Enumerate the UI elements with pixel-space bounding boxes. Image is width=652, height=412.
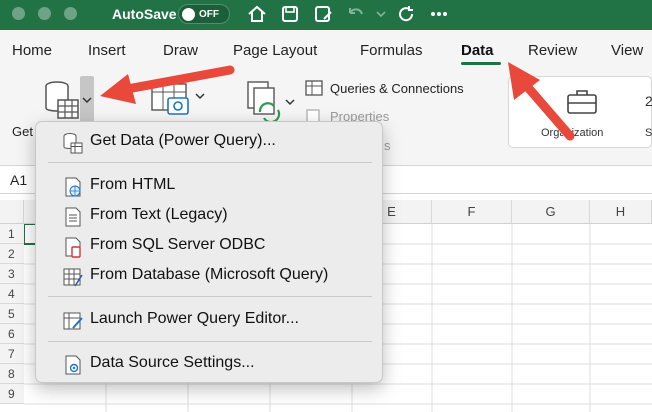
data-from-picture-icon[interactable] bbox=[150, 80, 206, 120]
tab-formulas[interactable]: Formulas bbox=[360, 42, 423, 59]
tab-data[interactable]: Data bbox=[461, 42, 494, 59]
column-header-f[interactable]: F bbox=[432, 200, 512, 224]
database-query-icon bbox=[63, 268, 83, 287]
toggle-knob bbox=[182, 8, 195, 21]
menu-item-label: Launch Power Query Editor... bbox=[90, 310, 299, 327]
minimize-window-icon[interactable] bbox=[38, 7, 51, 20]
title-bar: AutoSave OFF bbox=[0, 0, 652, 30]
row-header[interactable]: 5 bbox=[0, 304, 24, 324]
data-source-settings-icon bbox=[65, 355, 81, 375]
refresh-all-icon[interactable] bbox=[244, 80, 296, 124]
menu-item-get-data-power-query[interactable]: Get Data (Power Query)... bbox=[54, 129, 374, 155]
organization-data-type[interactable]: Organization 2 S bbox=[508, 76, 652, 148]
row-header[interactable]: 6 bbox=[0, 324, 24, 344]
menu-item-label: Data Source Settings... bbox=[90, 354, 255, 371]
menu-item-label: From Text (Legacy) bbox=[90, 206, 228, 223]
zoom-window-icon[interactable] bbox=[64, 7, 77, 20]
autosave-toggle[interactable]: OFF bbox=[178, 4, 230, 24]
menu-item-data-source-settings[interactable]: Data Source Settings... bbox=[54, 351, 374, 377]
more-icon[interactable] bbox=[428, 3, 450, 25]
row-header[interactable]: 2 bbox=[0, 244, 24, 264]
queries-connections-button[interactable]: Queries & Connections bbox=[330, 81, 464, 96]
tab-draw[interactable]: Draw bbox=[163, 42, 198, 59]
undo-dropdown-chevron-icon[interactable] bbox=[370, 3, 392, 25]
close-window-icon[interactable] bbox=[12, 7, 25, 20]
briefcase-icon bbox=[567, 90, 597, 114]
menu-item-label: From HTML bbox=[90, 176, 176, 193]
html-doc-icon bbox=[65, 177, 81, 197]
get-data-database-icon bbox=[45, 81, 79, 119]
tab-insert[interactable]: Insert bbox=[88, 42, 126, 59]
sql-doc-icon bbox=[65, 237, 81, 258]
ribbon-partial-number: 2 bbox=[645, 93, 652, 109]
ribbon-partial-label: S bbox=[645, 127, 652, 139]
row-header[interactable]: 3 bbox=[0, 264, 24, 284]
menu-item-from-html[interactable]: From HTML bbox=[54, 173, 374, 199]
tab-review[interactable]: Review bbox=[528, 42, 577, 59]
queries-connections-icon bbox=[305, 80, 323, 96]
row-header[interactable]: 1 bbox=[0, 224, 24, 244]
undo-icon[interactable] bbox=[345, 3, 367, 25]
menu-item-from-database-ms-query[interactable]: From Database (Microsoft Query) bbox=[54, 263, 374, 289]
autosave-label: AutoSave bbox=[112, 6, 177, 22]
get-data-label: Get bbox=[12, 124, 33, 139]
menu-item-from-sql-server-odbc[interactable]: From SQL Server ODBC bbox=[54, 233, 374, 259]
menu-separator bbox=[48, 341, 372, 342]
home-icon[interactable] bbox=[246, 3, 268, 25]
column-header-g[interactable]: G bbox=[512, 200, 590, 224]
menu-item-launch-power-query-editor[interactable]: Launch Power Query Editor... bbox=[54, 307, 374, 333]
tab-page-layout[interactable]: Page Layout bbox=[233, 42, 317, 59]
menu-item-label: From Database (Microsoft Query) bbox=[90, 266, 329, 283]
save-icon[interactable] bbox=[279, 3, 301, 25]
get-data-menu: Get Data (Power Query)... From HTML From… bbox=[35, 121, 383, 383]
menu-item-label: From SQL Server ODBC bbox=[90, 236, 266, 253]
row-header[interactable]: 8 bbox=[0, 364, 24, 384]
organization-label: Organization bbox=[541, 127, 604, 139]
ribbon-partial-text: s bbox=[384, 138, 391, 153]
tab-view[interactable]: View bbox=[611, 42, 643, 59]
column-header-h[interactable]: H bbox=[590, 200, 652, 224]
ribbon-tabs: Home Insert Draw Page Layout Formulas Da… bbox=[0, 30, 652, 68]
menu-separator bbox=[48, 296, 372, 297]
get-data-dropdown[interactable] bbox=[80, 76, 94, 124]
save-as-icon[interactable] bbox=[312, 3, 334, 25]
get-data-button[interactable] bbox=[38, 76, 96, 126]
autosave-state: OFF bbox=[199, 9, 219, 20]
get-data-icon bbox=[63, 133, 83, 154]
menu-item-label: Get Data (Power Query)... bbox=[90, 132, 276, 149]
select-all-corner[interactable] bbox=[0, 200, 24, 224]
row-header[interactable]: 4 bbox=[0, 284, 24, 304]
active-tab-indicator bbox=[461, 62, 501, 65]
redo-icon[interactable] bbox=[395, 3, 417, 25]
menu-separator bbox=[48, 162, 372, 163]
power-query-editor-icon bbox=[63, 312, 83, 330]
menu-item-from-text-legacy[interactable]: From Text (Legacy) bbox=[54, 203, 374, 229]
name-box[interactable]: A1 bbox=[10, 172, 27, 188]
row-header[interactable]: 9 bbox=[0, 384, 24, 404]
tab-home[interactable]: Home bbox=[12, 42, 52, 59]
text-doc-icon bbox=[65, 207, 81, 227]
row-header[interactable]: 7 bbox=[0, 344, 24, 364]
chevron-down-icon bbox=[82, 97, 92, 104]
